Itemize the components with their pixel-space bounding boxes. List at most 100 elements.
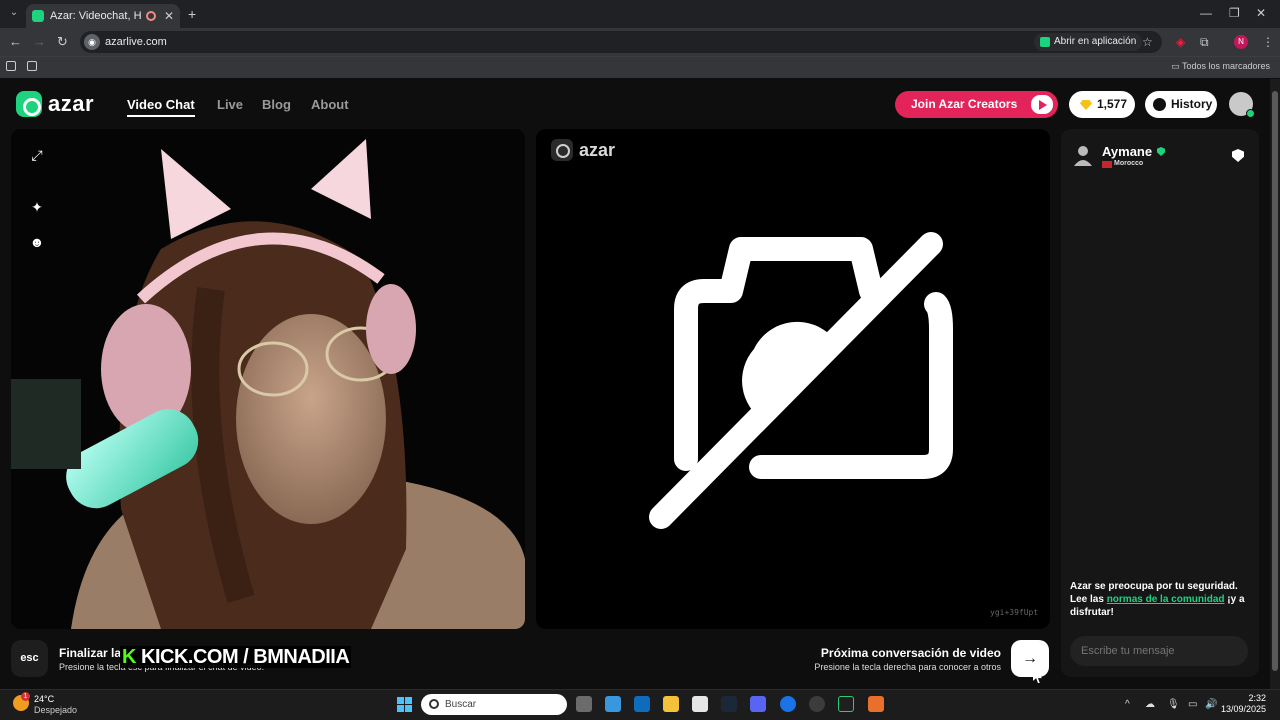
taskbar-search[interactable]: Buscar xyxy=(421,694,567,715)
azar-logo-icon xyxy=(16,91,42,117)
peer-country: Morocco xyxy=(1114,160,1144,167)
self-video-panel: ⤢ ✦ ☻ xyxy=(11,129,525,629)
site-info-icon[interactable]: ◉ xyxy=(84,34,100,50)
join-creators-label: Join Azar Creators xyxy=(911,97,1018,111)
all-bookmarks-label: Todos los marcadores xyxy=(1181,61,1270,71)
clock-time: 2:32 xyxy=(1248,693,1266,703)
azar-watermark-icon xyxy=(551,139,573,161)
video-session-id: ygi+39fUpt xyxy=(990,608,1039,617)
play-app-icon[interactable] xyxy=(838,696,854,712)
scrollbar-thumb[interactable] xyxy=(1272,91,1278,671)
profile-avatar[interactable]: N xyxy=(1234,35,1248,49)
windows-start-icon[interactable] xyxy=(397,697,412,712)
gems-balance-button[interactable]: 1,577 xyxy=(1069,91,1135,118)
volume-icon[interactable]: 🔊 xyxy=(1205,699,1217,710)
file-explorer-icon[interactable] xyxy=(663,696,679,712)
self-video-feed xyxy=(11,129,525,629)
bookmarks-bar xyxy=(0,56,1280,78)
browser-window: ⌄ Azar: Videochat, Haz nuevo ✕ + — ❐ ✕ ←… xyxy=(0,0,1280,720)
ai-app-icon[interactable] xyxy=(868,696,884,712)
peer-video-panel xyxy=(536,129,1050,629)
tab-title: Azar: Videochat, Haz nuevo xyxy=(50,10,142,22)
steam-icon[interactable] xyxy=(721,696,737,712)
play-icon xyxy=(1031,95,1053,114)
onedrive-icon[interactable]: ☁ xyxy=(1145,699,1155,710)
tab-search-icon[interactable]: ⌄ xyxy=(6,5,22,21)
microphone-icon[interactable]: 🎙 xyxy=(1167,699,1180,710)
network-icon[interactable]: ▭ xyxy=(1188,699,1197,710)
new-tab-icon[interactable]: + xyxy=(188,6,196,22)
bookmark-star-icon[interactable]: ☆ xyxy=(1142,35,1153,49)
azar-logo-text: azar xyxy=(48,91,95,116)
menu-kebab-icon[interactable]: ⋮ xyxy=(1262,35,1274,49)
online-dot-icon xyxy=(1246,109,1255,118)
nav-video-chat[interactable]: Video Chat xyxy=(127,97,195,117)
weather-alert-badge: 1 xyxy=(21,692,30,701)
history-button[interactable]: History xyxy=(1145,91,1217,118)
kick-k: K xyxy=(122,646,136,668)
next-chat-button[interactable]: → xyxy=(1011,640,1049,677)
forward-icon[interactable]: → xyxy=(33,34,46,49)
peer-name: Aymane xyxy=(1102,144,1153,159)
tray-overflow-icon[interactable]: ^ xyxy=(1125,699,1130,710)
all-bookmarks-link[interactable]: ▭ Todos los marcadores xyxy=(1171,61,1270,72)
bookmark-page-icon[interactable] xyxy=(6,61,16,71)
system-clock[interactable]: 2:32 13/09/2025 xyxy=(1221,693,1266,715)
close-tab-icon[interactable]: ✕ xyxy=(164,9,174,23)
morocco-flag-icon xyxy=(1102,161,1112,168)
url-text[interactable]: azarlive.com xyxy=(105,36,167,48)
minimize-icon[interactable]: — xyxy=(1200,6,1212,20)
app-icon xyxy=(1040,37,1050,47)
nav-live[interactable]: Live xyxy=(217,97,243,112)
esc-button[interactable]: esc xyxy=(11,640,48,677)
history-label: History xyxy=(1171,97,1213,111)
browser-tab[interactable]: Azar: Videochat, Haz nuevo ✕ xyxy=(26,4,180,28)
message-input[interactable] xyxy=(1070,636,1248,666)
safety-notice: Azar se preocupa por tu seguridad. Lee l… xyxy=(1070,580,1248,619)
extension-badge-icon[interactable]: ◈ xyxy=(1176,35,1185,49)
nav-blog[interactable]: Blog xyxy=(262,97,291,112)
reload-icon[interactable]: ↻ xyxy=(57,34,68,50)
chrome-icon[interactable] xyxy=(780,696,796,712)
kick-handle: KICK.COM / BMNADIIA xyxy=(141,646,350,668)
extensions-puzzle-icon[interactable]: ⧉ xyxy=(1200,35,1209,50)
gem-icon xyxy=(1080,100,1092,110)
azar-favicon-icon xyxy=(32,10,44,22)
gems-count: 1,577 xyxy=(1097,97,1128,111)
community-guidelines-link[interactable]: normas de la comunidad xyxy=(1107,594,1225,605)
next-chat-title: Próxima conversación de video xyxy=(820,646,1001,660)
clock-icon xyxy=(1153,98,1166,111)
azar-watermark-text: azar xyxy=(579,139,616,160)
media-app-icon[interactable] xyxy=(692,696,708,712)
back-icon[interactable]: ← xyxy=(9,34,22,49)
open-in-app-button[interactable]: Abrir en aplicación xyxy=(1034,33,1143,51)
address-bar[interactable] xyxy=(80,31,1162,53)
apps-grid-icon[interactable] xyxy=(27,61,37,71)
sparkle-effects-icon[interactable]: ✦ xyxy=(29,199,45,215)
nav-about[interactable]: About xyxy=(311,97,349,112)
weather-temperature[interactable]: 24°C xyxy=(34,694,54,704)
page-scrollbar[interactable] xyxy=(1270,79,1280,689)
join-creators-button[interactable]: Join Azar Creators xyxy=(895,91,1058,118)
maximize-icon[interactable]: ❐ xyxy=(1229,6,1240,20)
folder-icon: ▭ xyxy=(1171,61,1182,71)
task-view-icon[interactable] xyxy=(576,696,592,712)
taskbar-search-placeholder: Buscar xyxy=(445,699,477,710)
discord-icon[interactable] xyxy=(750,696,766,712)
clock-date: 13/09/2025 xyxy=(1220,704,1266,714)
weather-condition[interactable]: Despejado xyxy=(34,705,77,715)
user-avatar[interactable] xyxy=(1229,92,1255,118)
azar-logo[interactable]: azar xyxy=(16,91,94,117)
stream-overlay-text: K KICK.COM / BMNADIIA xyxy=(120,646,352,668)
next-chat-hint: Presione la tecla derecha para conocer a… xyxy=(814,662,1001,672)
peer-avatar-icon xyxy=(1074,146,1092,166)
search-icon xyxy=(429,699,439,709)
face-mask-icon[interactable]: ☻ xyxy=(29,234,45,250)
close-window-icon[interactable]: ✕ xyxy=(1256,6,1266,20)
outlook-icon[interactable] xyxy=(634,696,650,712)
open-in-app-label: Abrir en aplicación xyxy=(1054,36,1137,47)
expand-icon[interactable]: ⤢ xyxy=(29,147,45,163)
peer-azar-watermark: azar xyxy=(551,139,615,161)
obs-icon[interactable] xyxy=(809,696,825,712)
store-icon[interactable] xyxy=(605,696,621,712)
